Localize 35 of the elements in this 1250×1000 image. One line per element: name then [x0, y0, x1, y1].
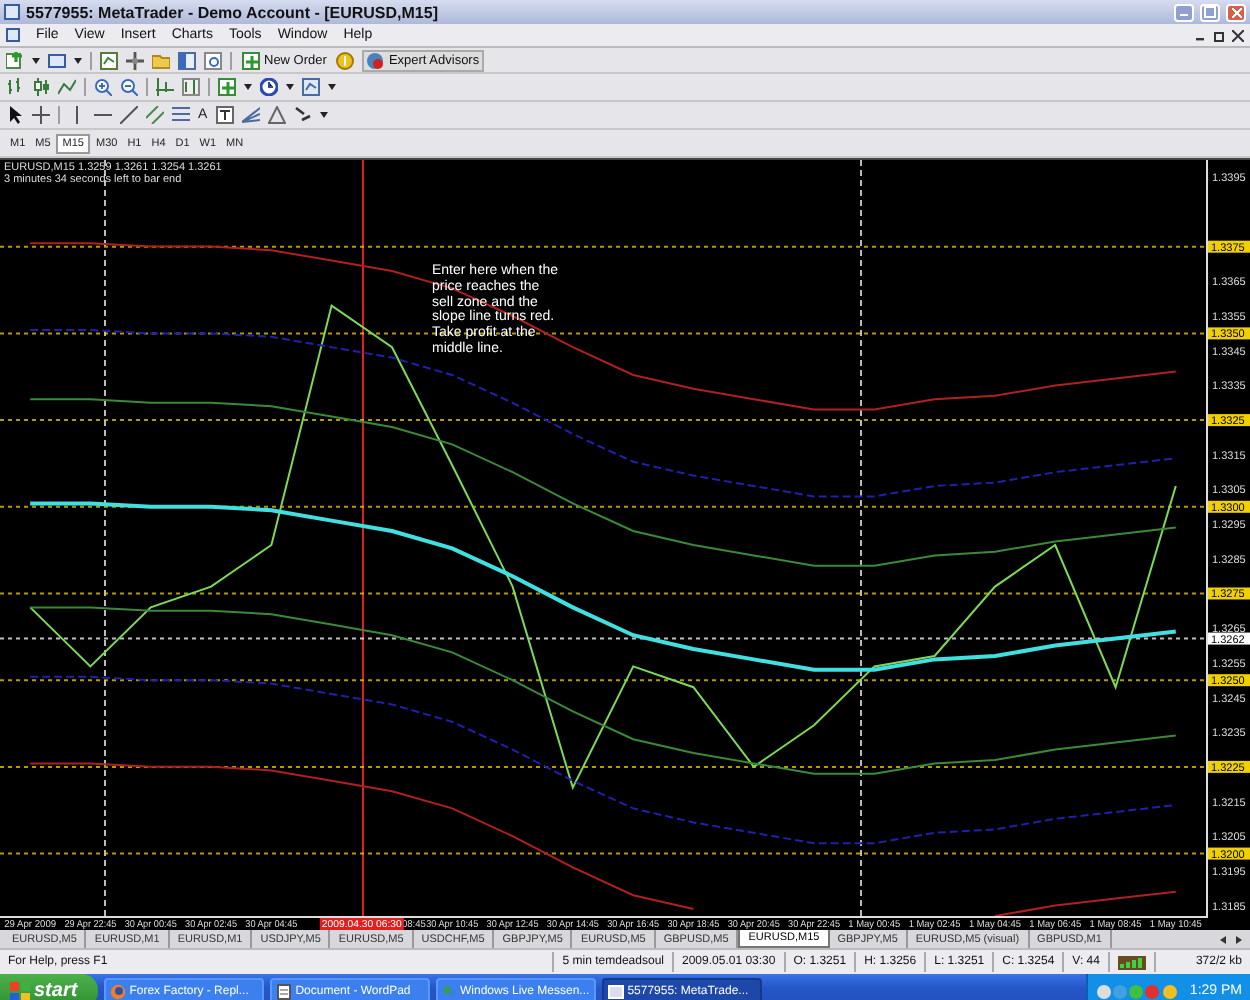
caret-icon[interactable]: [32, 57, 40, 63]
cursor-icon[interactable]: [6, 106, 24, 124]
zoom-out-icon[interactable]: [120, 78, 138, 96]
tray-icons-drawing[interactable]: [1095, 983, 1180, 999]
window-icon[interactable]: [48, 51, 66, 69]
window-icon: [607, 983, 624, 999]
trend-line-icon[interactable]: [120, 106, 138, 124]
windows-logo-icon: [10, 981, 30, 1000]
close-icon[interactable]: [1232, 29, 1244, 41]
browser-icon: [109, 983, 126, 999]
scroll-right-icon[interactable]: [1236, 935, 1242, 943]
window-title: 5577955: MetaTrader - Demo Account - [EURUSD,M15]: [26, 3, 440, 21]
crosshair-icon[interactable]: [32, 106, 50, 124]
candlestick-icon[interactable]: [32, 78, 50, 96]
caret-icon[interactable]: [328, 84, 336, 90]
bar-chart-icon[interactable]: [6, 78, 24, 96]
line-chart-icon[interactable]: [58, 78, 76, 96]
new-chart-icon[interactable]: [6, 51, 24, 69]
text-label-icon[interactable]: [215, 106, 234, 124]
triangle-icon[interactable]: [267, 106, 286, 124]
app-icon: [4, 4, 20, 20]
caret-icon[interactable]: [74, 57, 82, 63]
zoom-in-icon[interactable]: [94, 78, 112, 96]
info-icon[interactable]: [336, 51, 355, 69]
caret-icon[interactable]: [286, 84, 294, 90]
close-button[interactable]: [1226, 3, 1246, 21]
scroll-left-icon[interactable]: [1220, 935, 1226, 943]
document-icon: [6, 28, 20, 42]
restore-icon[interactable]: [1214, 29, 1226, 41]
connection-bars-icon: [1117, 955, 1146, 969]
channel-icon[interactable]: [146, 106, 164, 124]
caret-icon[interactable]: [319, 112, 328, 118]
clock-icon[interactable]: [260, 78, 278, 96]
caret-icon[interactable]: [244, 84, 252, 90]
document-icon: [275, 983, 292, 999]
